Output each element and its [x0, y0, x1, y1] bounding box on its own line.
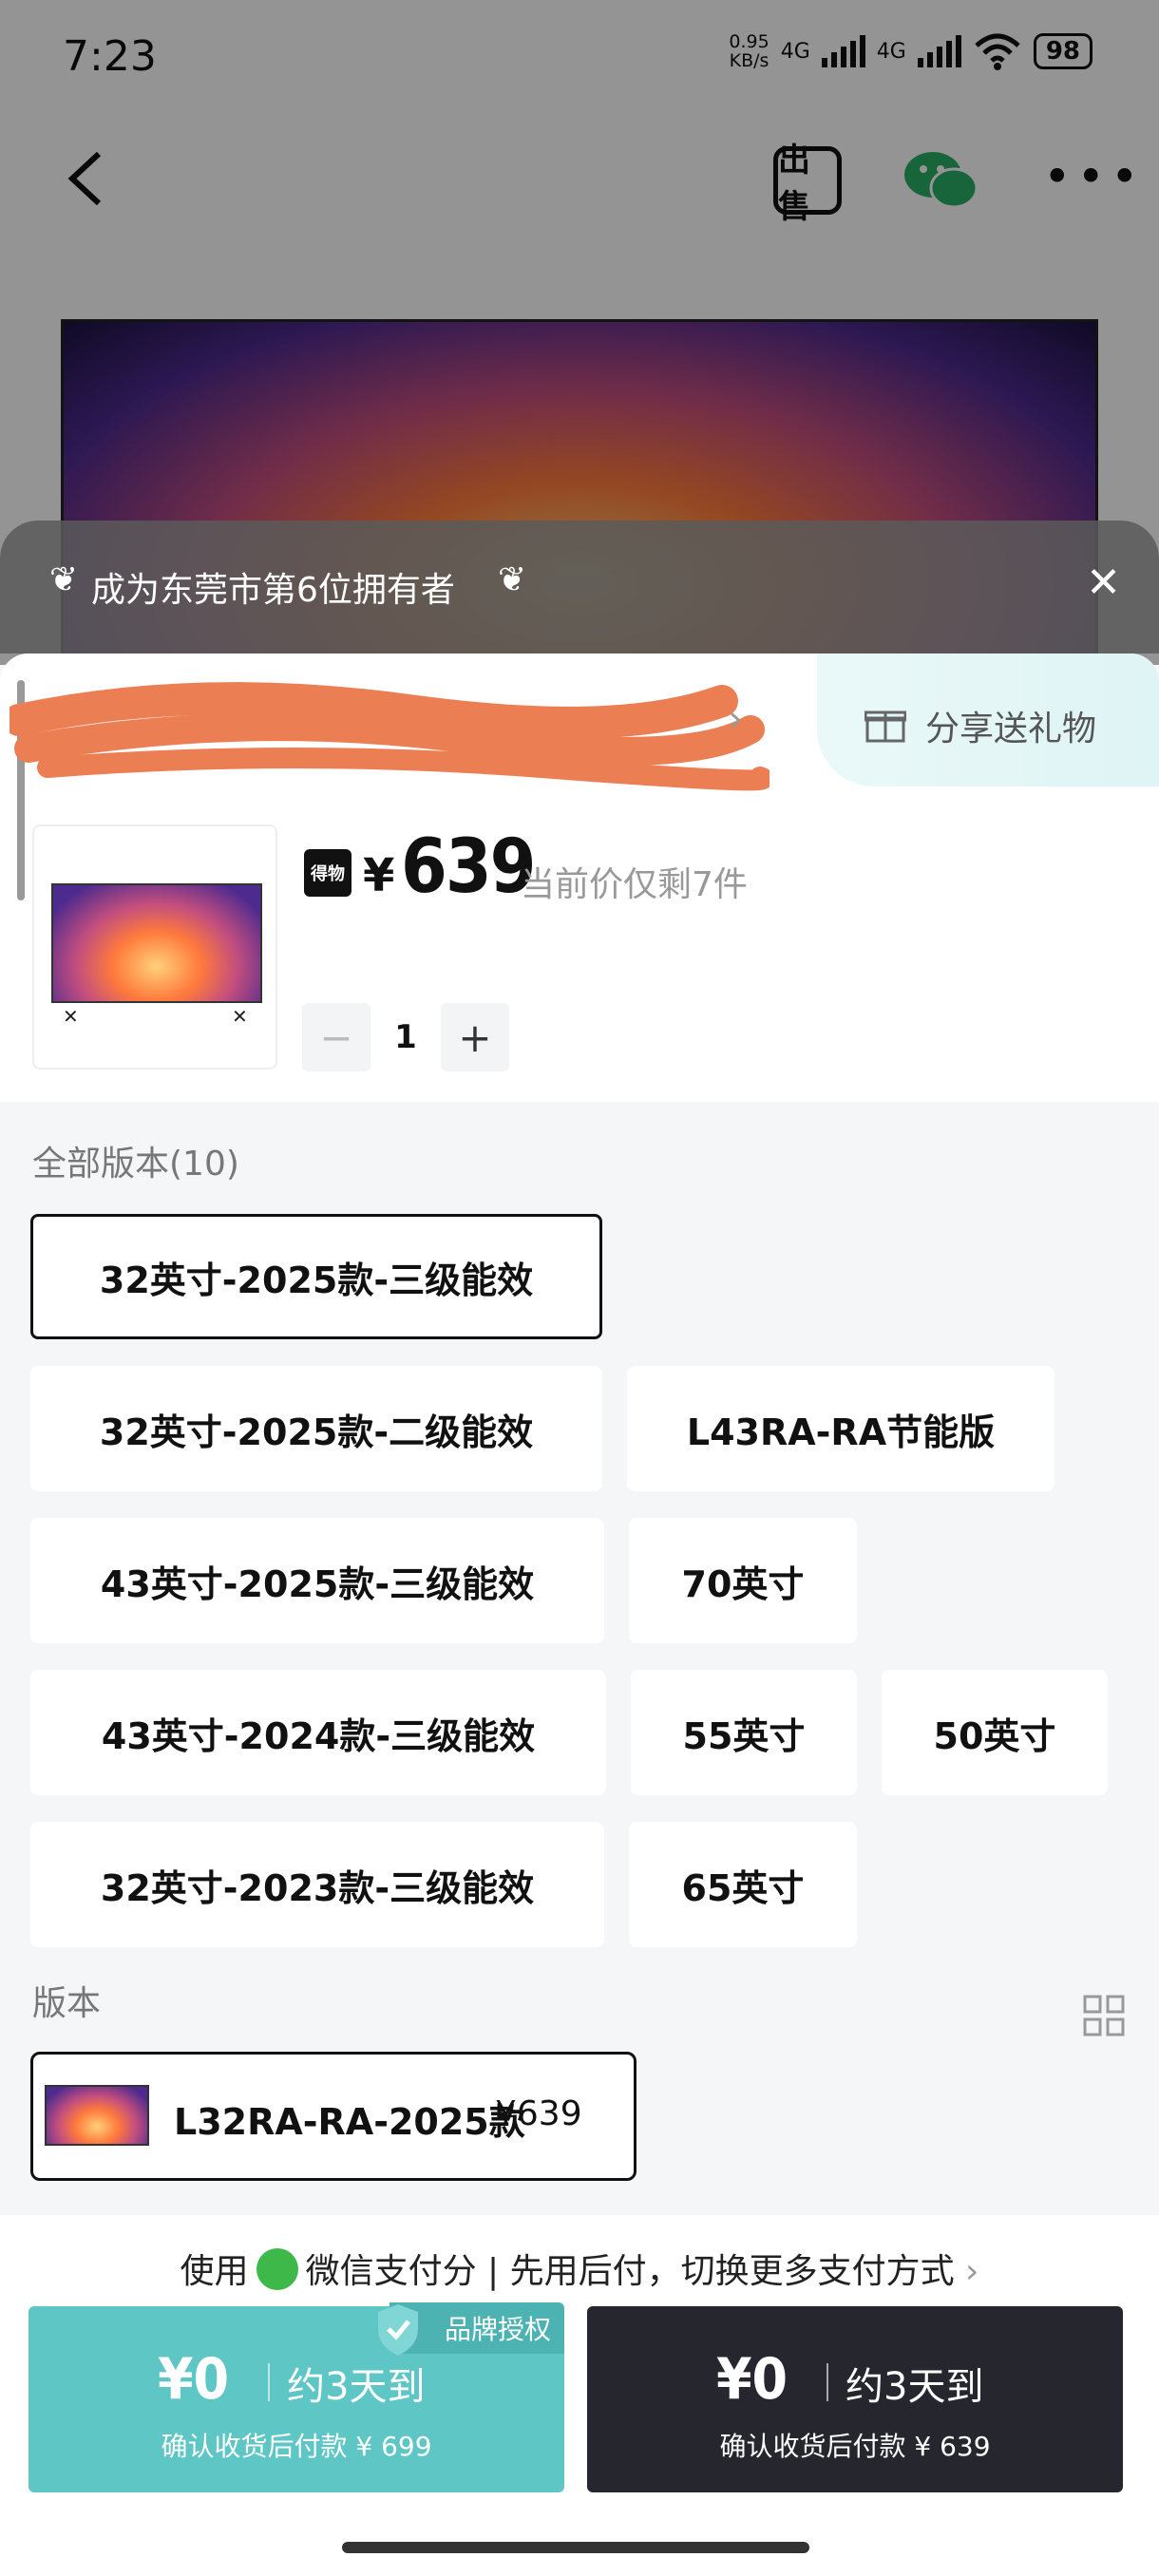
- brand-badge: 得物: [304, 849, 352, 897]
- selected-variant[interactable]: L32RA-RA-2025款 ¥639: [30, 2052, 636, 2181]
- version-option[interactable]: 32英寸-2025款-三级能效: [30, 1214, 602, 1339]
- product-thumbnail[interactable]: ✕ ✕: [32, 824, 277, 1070]
- payment-method-switch[interactable]: 使用 微信支付分 | 先用后付，切换更多支付方式 ›: [0, 2244, 1159, 2294]
- home-indicator[interactable]: [342, 2542, 809, 2553]
- price-value: 639: [401, 824, 536, 910]
- version-option[interactable]: 43英寸-2025款-三级能效: [30, 1518, 604, 1643]
- btn-subtitle: 确认收货后付款 ¥ 699: [161, 2431, 432, 2462]
- decrease-button[interactable]: −: [302, 1003, 370, 1071]
- variant-thumbnail: [45, 2085, 149, 2146]
- increase-button[interactable]: +: [441, 1003, 509, 1071]
- laurel-right-icon: ❦: [498, 560, 527, 599]
- buy-button[interactable]: ¥0 约3天到 确认收货后付款 ¥ 639: [587, 2306, 1123, 2492]
- btn-amount: ¥0: [716, 2346, 788, 2413]
- version-option[interactable]: 55英寸: [631, 1670, 857, 1795]
- tv-leg-icon: ✕: [63, 1005, 79, 1028]
- laurel-left-icon: ❦: [49, 560, 79, 599]
- divider: [268, 2363, 270, 2401]
- gift-icon: [864, 710, 906, 743]
- stock-note: 当前价仅剩7件: [521, 865, 748, 904]
- quantity-stepper: − 1 +: [302, 1003, 509, 1071]
- version-option[interactable]: L43RA-RA节能版: [627, 1366, 1054, 1491]
- tv-image: [51, 883, 262, 1003]
- all-versions-label: 全部版本(10): [32, 1145, 239, 1184]
- version-option[interactable]: 32英寸-2023款-三级能效: [30, 1822, 604, 1947]
- version-option[interactable]: 65英寸: [629, 1822, 857, 1947]
- address-chevron-icon[interactable]: ›: [728, 697, 743, 741]
- btn-amount: ¥0: [158, 2346, 230, 2413]
- share-gift-label: 分享送礼物: [925, 710, 1097, 748]
- share-gift-button[interactable]: 分享送礼物: [817, 653, 1159, 786]
- version-option[interactable]: 70英寸: [629, 1518, 857, 1643]
- btn-eta: 约3天到: [846, 2365, 984, 2409]
- tv-leg-icon: ✕: [232, 1005, 248, 1028]
- wechat-pay-score-icon: [256, 2248, 298, 2290]
- purchase-sheet: › 分享送礼物 ✕ ✕ 得物 ¥ 639 当前价仅剩7件 − 1 + 全部版本(…: [0, 653, 1159, 2576]
- chevron-right-icon: ›: [965, 2252, 979, 2291]
- btn-eta: 约3天到: [287, 2365, 426, 2409]
- buy-brand-authorized-button[interactable]: 品牌授权 ¥0 约3天到 确认收货后付款 ¥ 699: [28, 2302, 564, 2492]
- owner-banner-text: 成为东莞市第6位拥有者: [91, 571, 455, 610]
- price-currency: ¥: [363, 849, 395, 902]
- shield-icon: [378, 2304, 418, 2356]
- version-label: 版本: [32, 1984, 102, 2023]
- variant-name: L32RA-RA-2025款: [174, 2101, 525, 2143]
- close-icon[interactable]: ✕: [1086, 559, 1121, 607]
- owner-banner: ❦ 成为东莞市第6位拥有者 ❦ ✕: [0, 521, 1159, 653]
- quantity-value: 1: [394, 1018, 417, 1056]
- redaction-scribble: [10, 682, 770, 791]
- variant-price: ¥639: [495, 2094, 582, 2133]
- divider: [826, 2363, 828, 2401]
- version-option[interactable]: 43英寸-2024款-三级能效: [30, 1670, 606, 1795]
- version-option[interactable]: 50英寸: [882, 1670, 1108, 1795]
- product-summary: › 分享送礼物 ✕ ✕ 得物 ¥ 639 当前价仅剩7件 − 1 +: [0, 653, 1159, 1102]
- grid-view-icon[interactable]: [1083, 1995, 1125, 2036]
- payment-bar: 使用 微信支付分 | 先用后付，切换更多支付方式 › 品牌授权 ¥0 约3天到 确…: [0, 2215, 1159, 2576]
- version-option[interactable]: 32英寸-2025款-二级能效: [30, 1366, 602, 1491]
- btn-subtitle: 确认收货后付款 ¥ 639: [719, 2431, 991, 2462]
